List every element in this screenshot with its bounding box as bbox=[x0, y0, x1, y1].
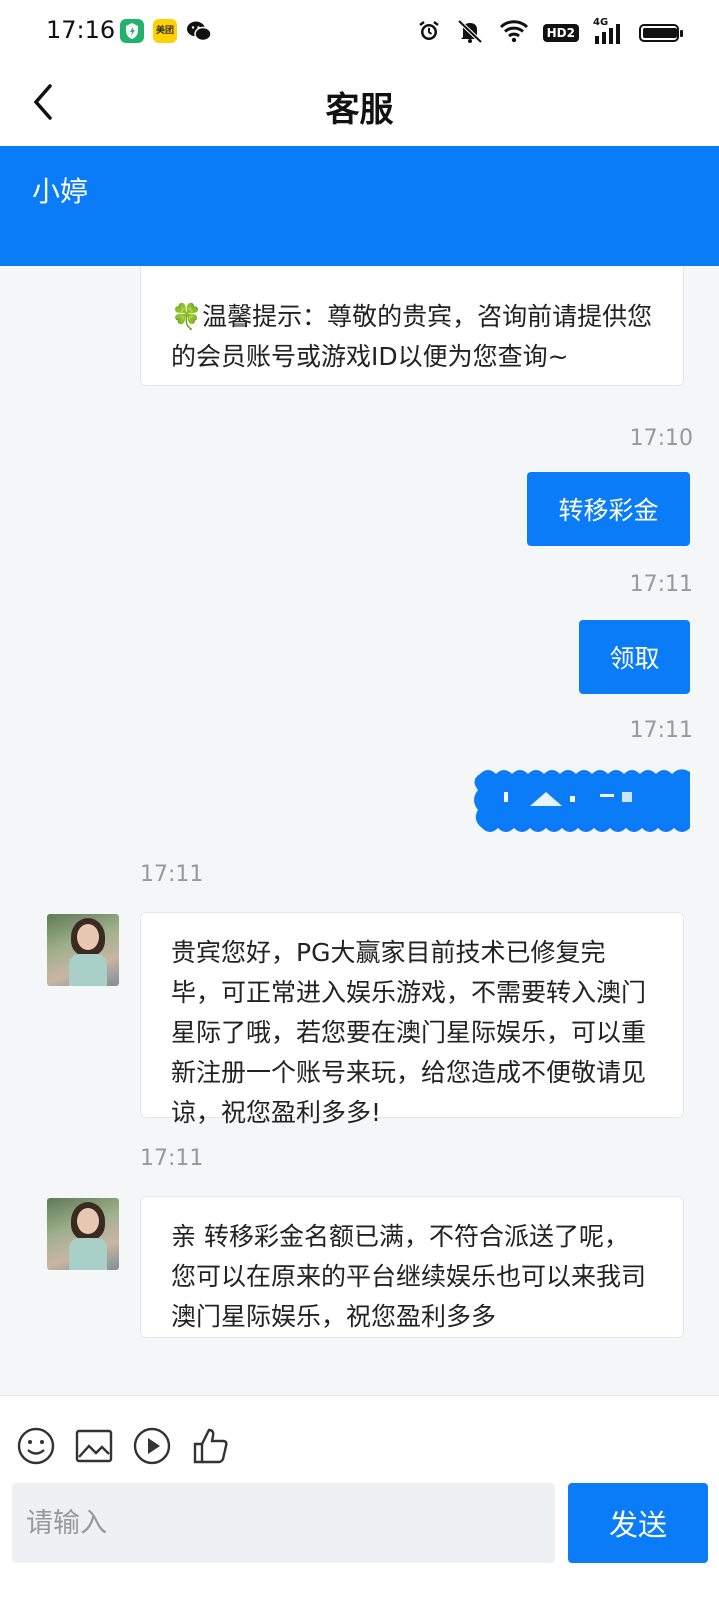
send-button[interactable]: 发送 bbox=[568, 1483, 708, 1563]
composer: 发送 bbox=[0, 1395, 719, 1612]
message-time: 17:10 bbox=[629, 426, 693, 451]
message-bubble: 领取 bbox=[579, 620, 690, 694]
app-header: 客服 bbox=[0, 62, 719, 146]
message-text: 转移彩金 bbox=[558, 496, 659, 525]
agent-bar: 小婷 bbox=[0, 146, 719, 266]
message-text: 亲 转移彩金名额已满，不符合派送了呢，您可以在原来的平台继续娱乐也可以来我司澳门… bbox=[171, 1222, 647, 1331]
status-bar: 17:16 美团 HD2 4G bbox=[0, 0, 719, 62]
message-bubble: 贵宾您好，PG大赢家目前技术已修复完毕，可正常进入娱乐游戏，不需要转入澳门星际了… bbox=[140, 912, 684, 1127]
status-time: 17:16 bbox=[46, 16, 116, 44]
message-text: 贵宾您好，PG大赢家目前技术已修复完毕，可正常进入娱乐游戏，不需要转入澳门星际了… bbox=[171, 938, 647, 1127]
message-bubble: 亲 转移彩金名额已满，不符合派送了呢，您可以在原来的平台继续娱乐也可以来我司澳门… bbox=[140, 1196, 684, 1338]
message-time: 17:11 bbox=[140, 1146, 204, 1171]
wechat-app-icon bbox=[186, 19, 212, 43]
image-icon[interactable] bbox=[74, 1426, 114, 1466]
page-title: 客服 bbox=[325, 90, 394, 130]
status-icons: HD2 4G bbox=[417, 17, 683, 48]
agent-avatar bbox=[47, 1198, 119, 1270]
chat-area[interactable]: 🍀温馨提示：尊敬的贵宾，咨询前请提供您的会员账号或游戏ID以便为您查询~ 17:… bbox=[0, 266, 719, 1395]
wifi-icon bbox=[499, 19, 529, 47]
security-app-icon bbox=[120, 19, 144, 43]
message-bubble: 🍀温馨提示：尊敬的贵宾，咨询前请提供您的会员账号或游戏ID以便为您查询~ bbox=[140, 266, 684, 386]
message-input[interactable] bbox=[12, 1483, 555, 1563]
thumbs-up-icon[interactable] bbox=[190, 1426, 230, 1466]
message-time: 17:11 bbox=[629, 718, 693, 743]
battery-icon bbox=[639, 24, 683, 42]
message-text: 🍀温馨提示：尊敬的贵宾，咨询前请提供您的会员账号或游戏ID以便为您查询~ bbox=[171, 302, 653, 371]
message-text: 领取 bbox=[609, 644, 660, 673]
agent-name: 小婷 bbox=[32, 175, 89, 208]
message-bubble: 转移彩金 bbox=[527, 472, 690, 546]
meituan-app-icon: 美团 bbox=[153, 19, 177, 43]
agent-avatar bbox=[47, 914, 119, 986]
image-message[interactable] bbox=[470, 762, 690, 836]
hd-icon: HD2 bbox=[542, 24, 579, 42]
message-time: 17:11 bbox=[629, 572, 693, 597]
video-icon[interactable] bbox=[132, 1426, 172, 1466]
signal-icon: 4G bbox=[593, 17, 625, 45]
message-time: 17:11 bbox=[140, 862, 204, 887]
alarm-icon bbox=[417, 19, 441, 47]
emoji-icon[interactable] bbox=[16, 1426, 56, 1466]
mute-icon bbox=[455, 18, 485, 48]
